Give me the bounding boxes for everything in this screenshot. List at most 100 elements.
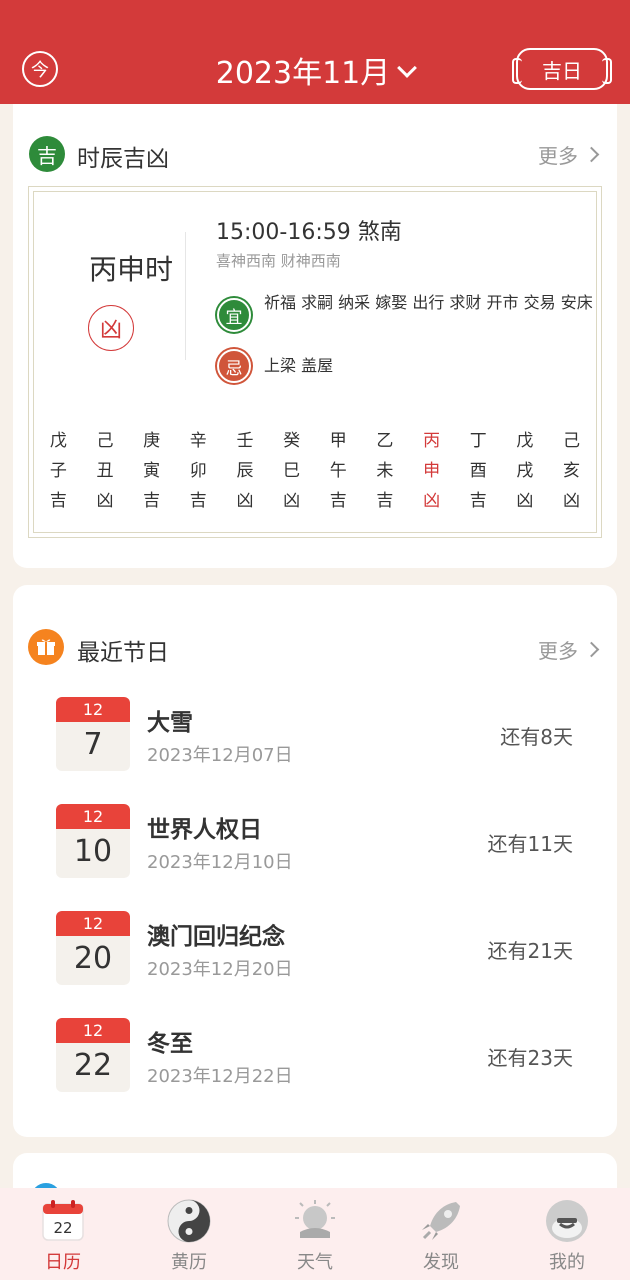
festival-day: 7: [83, 727, 103, 762]
festival-name: 世界人权日: [147, 817, 262, 843]
calendar-date-icon: 12 22: [56, 1018, 130, 1092]
festival-month: 12: [56, 1018, 130, 1043]
hour-branch: 亥: [563, 461, 581, 481]
hour-stem: 丙: [423, 431, 441, 451]
festival-more-button[interactable]: 更多: [538, 635, 600, 664]
hour-stem: 丁: [469, 431, 487, 451]
hour-branch: 辰: [236, 461, 254, 481]
hour-column: 丙申凶: [408, 426, 455, 516]
hour-luck: 凶: [423, 491, 441, 511]
lucky-day-label: 吉日: [542, 58, 582, 83]
festival-countdown: 还有8天: [500, 725, 573, 749]
gift-icon: [28, 629, 64, 665]
festival-name: 大雪: [147, 710, 193, 736]
lucky-day-button[interactable]: 吉日: [512, 48, 612, 90]
hour-column: 己亥凶: [548, 426, 595, 516]
hour-branch: 未: [376, 461, 394, 481]
hour-column: 乙未吉: [362, 426, 409, 516]
chevron-right-icon: [583, 641, 600, 658]
festival-date: 2023年12月20日: [147, 959, 293, 980]
festival-month: 12: [56, 697, 130, 722]
hour-stem: 壬: [236, 431, 254, 451]
current-shichen-name: 丙申时: [88, 253, 173, 286]
festival-month: 12: [56, 911, 130, 936]
month-title: 2023年11月: [215, 56, 391, 91]
hour-luck: 凶: [283, 491, 301, 511]
festival-day: 22: [73, 1048, 113, 1083]
hour-luck: 吉: [49, 491, 67, 511]
tab-calendar[interactable]: 22 日历: [0, 1188, 126, 1280]
hour-branch: 子: [49, 461, 67, 481]
hour-branch: 卯: [189, 461, 207, 481]
hours-grid: 戊子吉己丑凶庚寅吉辛卯吉壬辰凶癸巳凶甲午吉乙未吉丙申凶丁酉吉戊戌凶己亥凶: [35, 426, 595, 516]
hour-stem: 甲: [329, 431, 347, 451]
hour-stem: 戊: [49, 431, 67, 451]
hour-luck: 吉: [189, 491, 207, 511]
festival-month: 12: [56, 804, 130, 829]
calendar-date-icon: 12 7: [56, 697, 130, 771]
hour-stem: 辛: [189, 431, 207, 451]
tab-weather[interactable]: 天气: [252, 1188, 378, 1280]
festival-name: 澳门回归纪念: [147, 924, 285, 950]
yi-text: 祈福 求嗣 纳采 嫁娶 出行 求财 开市 交易 安床: [264, 293, 593, 312]
divider: [185, 232, 186, 360]
section-title: 最近节日: [77, 640, 169, 666]
tab-profile[interactable]: 我的: [504, 1188, 630, 1280]
festival-date: 2023年12月10日: [147, 852, 293, 873]
hour-branch: 申: [423, 461, 441, 481]
hour-luck: 凶: [516, 491, 534, 511]
shichen-more-button[interactable]: 更多: [538, 140, 600, 169]
festival-card: 最近节日 更多 12 7 大雪 2023年12月07日 还有8天 12 10 世界人权日 202…: [13, 585, 617, 1137]
current-luck-badge: 凶: [88, 305, 134, 351]
ji-seal-icon: 吉: [29, 136, 65, 172]
hour-column: 戊子吉: [35, 426, 82, 516]
calendar-date-icon: 12 20: [56, 911, 130, 985]
hour-stem: 己: [96, 431, 114, 451]
hour-stem: 戊: [516, 431, 534, 451]
hour-branch: 丑: [96, 461, 114, 481]
hour-column: 甲午吉: [315, 426, 362, 516]
hour-luck: 凶: [236, 491, 254, 511]
hour-stem: 庚: [143, 431, 161, 451]
ji-icon: 忌: [217, 349, 251, 383]
ji-text: 上梁 盖屋: [264, 356, 334, 375]
festival-item[interactable]: 12 22 冬至 2023年12月22日 还有23天: [13, 1018, 617, 1098]
hour-luck: 吉: [469, 491, 487, 511]
festival-item[interactable]: 12 20 澳门回归纪念 2023年12月20日 还有21天: [13, 911, 617, 991]
hour-luck: 吉: [329, 491, 347, 511]
festival-countdown: 还有11天: [487, 832, 573, 856]
hour-column: 庚寅吉: [128, 426, 175, 516]
calendar-icon: 22: [40, 1198, 86, 1244]
hour-branch: 戌: [516, 461, 534, 481]
calendar-date-icon: 12 10: [56, 804, 130, 878]
festival-day: 20: [73, 941, 113, 976]
hour-column: 丁酉吉: [455, 426, 502, 516]
chevron-right-icon: [583, 146, 600, 163]
tab-label: 黄历: [171, 1252, 207, 1273]
yin-yang-icon: [166, 1198, 212, 1244]
svg-text:22: 22: [53, 1219, 72, 1237]
festival-item[interactable]: 12 10 世界人权日 2023年12月10日 还有11天: [13, 804, 617, 884]
gods-direction: 喜神西南 财神西南: [216, 252, 341, 270]
yi-icon: 宜: [217, 298, 251, 332]
tab-discover[interactable]: 发现: [378, 1188, 504, 1280]
chevron-down-icon: [397, 58, 418, 78]
hour-column: 戊戌凶: [502, 426, 549, 516]
hour-stem: 乙: [376, 431, 394, 451]
hour-column: 癸巳凶: [268, 426, 315, 516]
top-header: 今 2023年11月 吉日: [0, 0, 630, 104]
festival-countdown: 还有23天: [487, 1046, 573, 1070]
rocket-icon: [418, 1198, 464, 1244]
bottom-tab-bar: 22 日历 黄历 天气 发现 我的: [0, 1188, 630, 1280]
hour-stem: 癸: [283, 431, 301, 451]
festival-name: 冬至: [147, 1031, 193, 1057]
tab-label: 天气: [297, 1252, 333, 1273]
hour-luck: 凶: [96, 491, 114, 511]
hour-branch: 酉: [469, 461, 487, 481]
festival-countdown: 还有21天: [487, 939, 573, 963]
festival-item[interactable]: 12 7 大雪 2023年12月07日 还有8天: [13, 697, 617, 777]
tab-almanac[interactable]: 黄历: [126, 1188, 252, 1280]
hour-column: 壬辰凶: [222, 426, 269, 516]
profile-icon: [544, 1198, 590, 1244]
festival-day: 10: [73, 834, 113, 869]
